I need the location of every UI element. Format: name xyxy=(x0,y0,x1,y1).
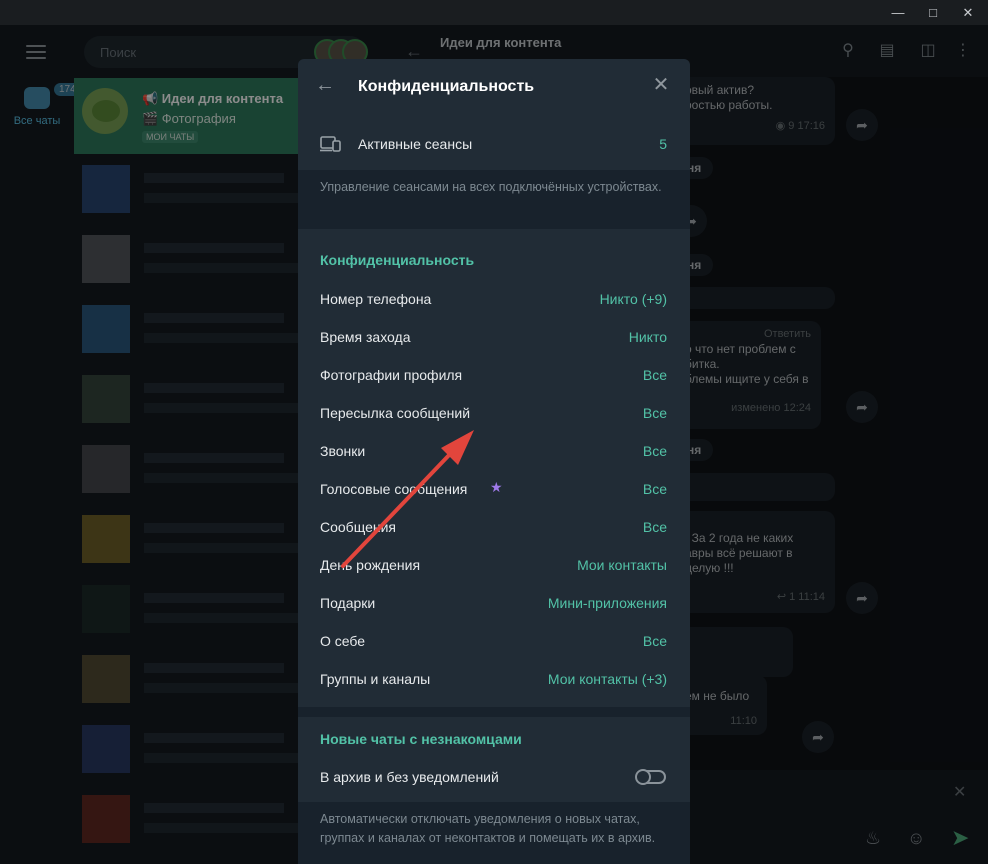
privacy-row-value: Все xyxy=(642,519,667,535)
privacy-row-label: О себе xyxy=(320,633,366,649)
privacy-row-value: Мои контакты xyxy=(577,557,667,573)
privacy-row-label: Группы и каналы xyxy=(320,671,431,687)
privacy-row-label: Звонки xyxy=(320,443,366,459)
archive-unknown-label: В архив и без уведомлений xyxy=(320,769,499,785)
section-divider xyxy=(298,707,690,717)
privacy-settings-modal: ← Конфиденциальность ✕ Активные сеансы 5… xyxy=(298,59,690,864)
close-window-icon[interactable]: ✕ xyxy=(950,0,986,25)
privacy-row[interactable]: Группы и каналы Мои контакты (+3) xyxy=(298,660,690,698)
modal-title: Конфиденциальность xyxy=(358,78,535,95)
close-icon[interactable]: ✕ xyxy=(651,75,671,95)
privacy-row-label: День рождения xyxy=(320,557,421,573)
archive-toggle[interactable] xyxy=(635,769,666,785)
privacy-row-value: Мини-приложения xyxy=(547,595,667,611)
privacy-row[interactable]: Пересылка сообщений Все xyxy=(298,394,690,432)
devices-icon xyxy=(320,136,341,152)
minimize-icon[interactable]: — xyxy=(880,0,916,25)
active-sessions-count: 5 xyxy=(659,136,667,152)
privacy-row-label: Фотографии профиля xyxy=(320,367,463,383)
privacy-row-value: Никто xyxy=(628,329,667,345)
privacy-row[interactable]: Голосовые сообщения ★ Все xyxy=(298,470,690,508)
privacy-row-value: Все xyxy=(642,367,667,383)
active-sessions-row[interactable]: Активные сеансы 5 xyxy=(298,125,690,163)
privacy-row[interactable]: Фотографии профиля Все xyxy=(298,356,690,394)
privacy-row-value: Все xyxy=(642,633,667,649)
privacy-row-label: Пересылка сообщений xyxy=(320,405,471,421)
active-sessions-label: Активные сеансы xyxy=(358,136,473,152)
privacy-row[interactable]: О себе Все xyxy=(298,622,690,660)
privacy-row-label: Подарки xyxy=(320,595,376,611)
privacy-row[interactable]: День рождения Мои контакты xyxy=(298,546,690,584)
new-chats-section-title: Новые чаты с незнакомцами xyxy=(320,731,522,747)
privacy-row[interactable]: Звонки Все xyxy=(298,432,690,470)
archive-note: Автоматически отключать уведомления о но… xyxy=(298,802,690,864)
back-arrow-icon[interactable]: ← xyxy=(315,75,335,95)
privacy-row-label: Номер телефона xyxy=(320,291,432,307)
sessions-note: Управление сеансами на всех подключённых… xyxy=(298,170,690,229)
title-bar: — □ ✕ xyxy=(0,0,988,25)
privacy-row-value: Никто (+9) xyxy=(599,291,667,307)
privacy-row[interactable]: Номер телефона Никто (+9) xyxy=(298,280,690,318)
privacy-row-value: Все xyxy=(642,443,667,459)
privacy-row-value: Все xyxy=(642,481,667,497)
privacy-row[interactable]: Сообщения Все xyxy=(298,508,690,546)
premium-star-icon: ★ xyxy=(490,479,503,495)
privacy-row-label: Голосовые сообщения xyxy=(320,481,468,497)
archive-unknown-row[interactable]: В архив и без уведомлений xyxy=(298,758,690,796)
maximize-icon[interactable]: □ xyxy=(915,0,951,25)
modal-header: ← Конфиденциальность ✕ xyxy=(298,59,690,115)
privacy-row-label: Сообщения xyxy=(320,519,396,535)
privacy-row[interactable]: Подарки Мини-приложения xyxy=(298,584,690,622)
privacy-row-label: Время захода xyxy=(320,329,411,345)
privacy-section-title: Конфиденциальность xyxy=(320,252,475,268)
telegram-window: — □ ✕ 174 Все чаты Поиск 📢 Идеи для конт… xyxy=(0,0,988,864)
privacy-row-value: Мои контакты (+3) xyxy=(547,671,667,687)
privacy-row-value: Все xyxy=(642,405,667,421)
privacy-row[interactable]: Время захода Никто xyxy=(298,318,690,356)
